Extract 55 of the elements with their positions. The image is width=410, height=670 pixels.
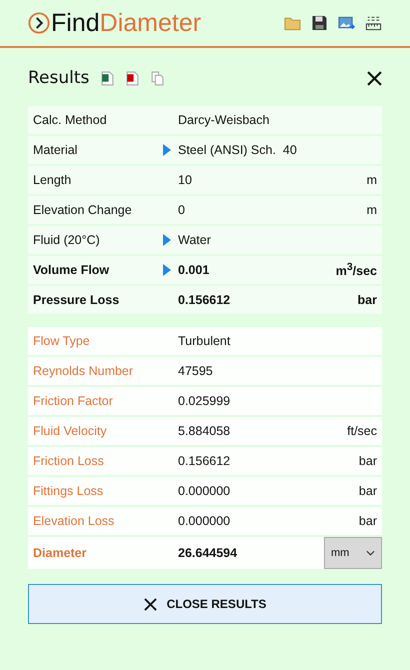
row-value: Steel (ANSI) Sch. 40 [178,143,298,157]
ruler-icon[interactable] [365,15,382,31]
close-results-button[interactable]: CLOSE RESULTS [28,584,382,624]
row-unit: m [366,203,377,217]
row-label: Flow Type [33,334,91,348]
chevron-icon [366,550,375,556]
close-icon[interactable] [367,70,382,86]
row-label: Fluid Velocity [33,424,108,438]
logo-icon [28,12,50,34]
row-unit: ft/sec [347,424,377,438]
row-label: Reynolds Number [33,364,134,378]
row-value: 0.000000 [178,514,232,528]
row-value: Darcy-Weisbach [178,113,270,127]
row-label: Volume Flow [33,263,110,277]
row-label: Length [33,173,72,187]
row-label: Material [33,143,78,157]
row-value: Turbulent [178,334,232,348]
row-value: Water [178,233,212,247]
row-unit: bar [358,454,377,468]
close-icon [144,598,157,610]
row-value: 47595 [178,364,214,378]
row-value: 26.644594 [178,546,238,560]
row-label: Friction Factor [33,394,114,408]
panel-title: Results [28,68,90,88]
row-label: Diameter [33,546,88,560]
row-label: Fluid (20°C) [33,233,101,247]
row-value: 0.156612 [178,454,232,468]
row-value: 0.000000 [178,484,232,498]
row-label: Friction Loss [33,454,105,468]
expand-arrow-icon[interactable] [163,264,171,276]
unit-dropdown[interactable]: mm [324,537,382,569]
pdf-icon[interactable] [126,70,140,86]
expand-arrow-icon[interactable] [163,144,171,156]
row-label: Elevation Change [33,203,133,217]
row-unit: m$^{3}$/sec [336,262,377,278]
row-label: Calc. Method [33,113,108,127]
row-value: 0.001 [178,263,210,277]
row-label: Pressure Loss [33,293,120,307]
image-export-icon[interactable] [338,15,355,31]
folder-icon[interactable] [284,15,301,31]
row-value: 0.156612 [178,293,232,307]
row-value: 0 [178,203,186,217]
save-icon[interactable] [311,15,328,31]
app-title: FindDiameter [51,8,202,38]
row-value: 10 [178,173,193,187]
row-value: 5.884058 [178,424,232,438]
row-unit: bar [358,514,377,528]
row-unit: m [366,173,377,187]
row-value: 0.025999 [178,394,232,408]
row-unit: bar [358,293,377,307]
row-label: Elevation Loss [33,514,116,528]
expand-arrow-icon[interactable] [163,234,171,246]
row-unit: bar [358,484,377,498]
excel-icon[interactable] [101,70,114,86]
row-label: Fittings Loss [33,484,104,498]
